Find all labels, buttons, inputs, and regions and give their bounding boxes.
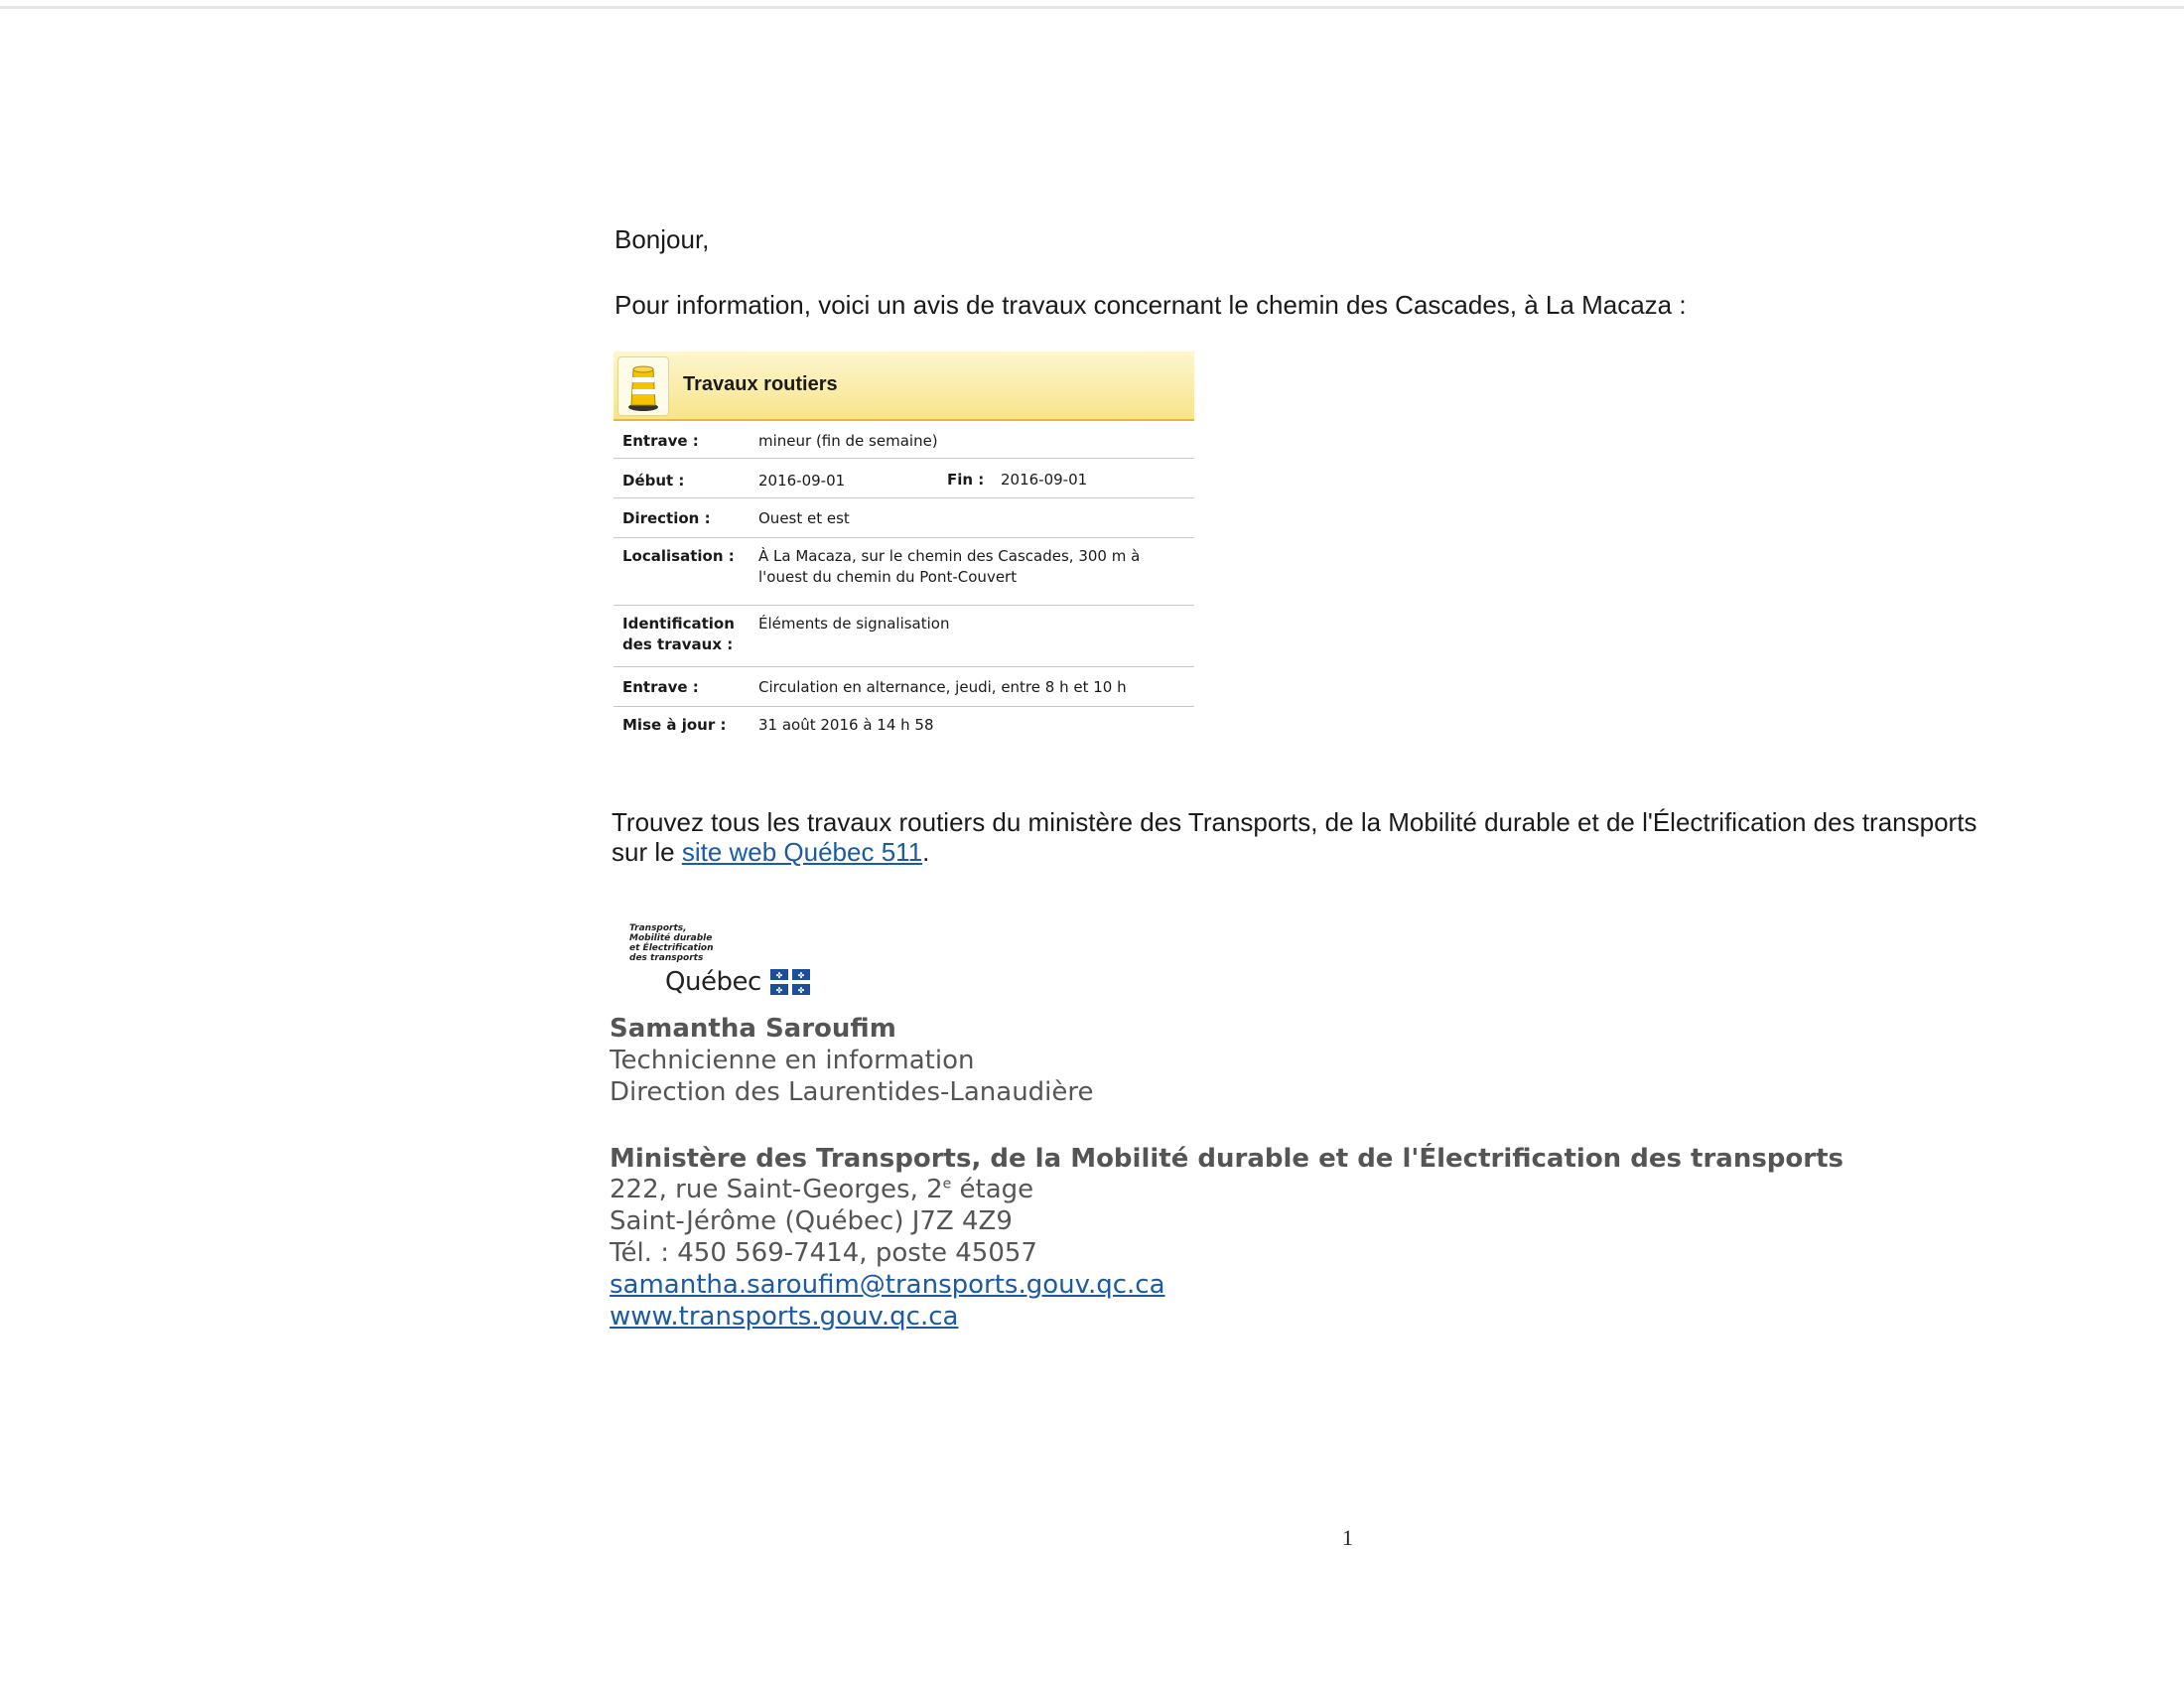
row-value: mineur (fin de semaine) (758, 432, 938, 450)
row-value: Ouest et est (758, 509, 850, 527)
row-label: Début : (622, 472, 685, 490)
signature-ministry: Ministère des Transports, de la Mobilité… (610, 1144, 1843, 1174)
row-direction: Direction : Ouest et est (614, 498, 1194, 538)
notice-header: Travaux routiers (614, 352, 1194, 421)
find-line-1: Trouvez tous les travaux routiers du min… (612, 807, 1978, 837)
logo-caption-line: Mobilité durable (629, 933, 713, 943)
row-identification: Identification des travaux : Éléments de… (614, 606, 1194, 667)
scan-edge (0, 6, 2184, 9)
address-superscript: e (942, 1176, 952, 1193)
row-label: Identification des travaux : (614, 614, 758, 655)
signature-phone: Tél. : 450 569-7414, poste 45057 (610, 1238, 1037, 1268)
intro-text: Pour information, voici un avis de trava… (614, 290, 1687, 320)
notice-title: Travaux routiers (683, 373, 838, 395)
row-label: Localisation : (622, 547, 735, 565)
find-prefix: sur le (612, 837, 682, 867)
traffic-barrel-icon (617, 356, 669, 416)
website-link[interactable]: www.transports.gouv.qc.ca (610, 1302, 958, 1332)
address-text: 222, rue Saint-Georges, 2 (610, 1175, 943, 1204)
quebec-flag-icon: ✤ ✤ ✤ ✤ (770, 969, 810, 995)
find-line-2: sur le site web Québec 511. (612, 837, 2101, 867)
signature-city: Saint-Jérôme (Québec) J7Z 4Z9 (610, 1206, 1013, 1236)
row-value-line: l'ouest du chemin du Pont-Couvert (758, 568, 1018, 586)
logo-caption-line: Transports, (629, 923, 687, 933)
row-label: Direction : (622, 509, 711, 527)
row-label-fin: Fin : (947, 471, 985, 489)
signature-name: Samantha Saroufim (610, 1014, 896, 1044)
logo-caption: Transports, Mobilité durable et Électrif… (629, 923, 818, 963)
svg-text:✤: ✤ (798, 986, 805, 995)
row-label: Entrave : (622, 678, 699, 696)
logo-wordmark: Québec (665, 967, 761, 997)
page-number: 1 (1342, 1525, 1353, 1550)
svg-text:✤: ✤ (776, 971, 783, 980)
row-value: Éléments de signalisation (758, 615, 950, 633)
logo-caption-line: et Électrification (629, 943, 714, 953)
svg-text:✤: ✤ (798, 971, 805, 980)
quebec-511-link[interactable]: site web Québec 511 (682, 837, 922, 867)
row-entrave: Entrave : mineur (fin de semaine) (614, 421, 1194, 459)
find-paragraph: Trouvez tous les travaux routiers du min… (612, 807, 2101, 867)
row-label: Mise à jour : (622, 716, 727, 734)
row-localisation: Localisation : À La Macaza, sur le chemi… (614, 538, 1194, 606)
row-value-fin: 2016-09-01 (1001, 471, 1088, 489)
roadwork-notice: Travaux routiers Entrave : mineur (fin d… (614, 352, 1194, 747)
row-label: Entrave : (622, 432, 699, 450)
row-mise-a-jour: Mise à jour : 31 août 2016 à 14 h 58 (614, 707, 1194, 747)
row-value: 2016-09-01 (758, 472, 846, 490)
signature-address: 222, rue Saint-Georges, 2e étage (610, 1175, 1033, 1204)
row-value: Circulation en alternance, jeudi, entre … (758, 678, 1127, 696)
row-label-line: Identification (622, 615, 735, 633)
logo-caption-line: des transports (629, 953, 704, 963)
signature-website-line: www.transports.gouv.qc.ca (610, 1302, 958, 1332)
row-debut-fin: Début : 2016-09-01 Fin : 2016-09-01 (614, 459, 1194, 498)
address-floor: étage (951, 1175, 1034, 1204)
row-entrave-2: Entrave : Circulation en alternance, jeu… (614, 667, 1194, 707)
quebec-logo: Transports, Mobilité durable et Électrif… (629, 923, 818, 997)
signature-email-line: samantha.saroufim@transports.gouv.qc.ca (610, 1270, 1165, 1300)
row-value-line: À La Macaza, sur le chemin des Cascades,… (758, 547, 1141, 565)
row-value: 31 août 2016 à 14 h 58 (758, 716, 934, 734)
svg-text:✤: ✤ (776, 986, 783, 995)
row-label-line: des travaux : (622, 635, 734, 653)
signature-direction: Direction des Laurentides-Lanaudière (610, 1077, 1094, 1107)
email-link[interactable]: samantha.saroufim@transports.gouv.qc.ca (610, 1270, 1165, 1300)
row-value: À La Macaza, sur le chemin des Cascades,… (758, 546, 1194, 588)
greeting: Bonjour, (614, 224, 710, 254)
find-suffix: . (922, 837, 930, 867)
signature-title: Technicienne en information (610, 1046, 975, 1075)
